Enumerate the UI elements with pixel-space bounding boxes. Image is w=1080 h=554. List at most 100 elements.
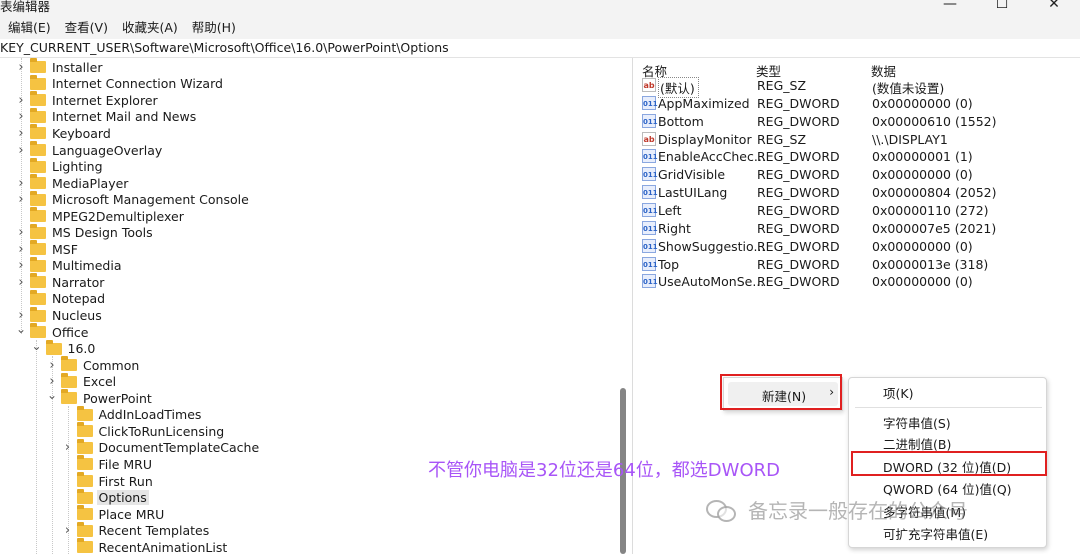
chevron-down-icon[interactable]: ⌄ <box>45 388 59 402</box>
close-button[interactable]: ✕ <box>1028 0 1080 14</box>
chevron-right-icon[interactable]: › <box>14 258 28 273</box>
folder-icon <box>30 289 46 305</box>
submenu-item-string-value[interactable]: 字符串值(S) <box>883 413 951 432</box>
tree-node[interactable]: › Multimedia <box>14 256 124 275</box>
tree-node-label: Multimedia <box>52 258 122 274</box>
dword-value-icon: 011 <box>642 149 658 164</box>
value-data: 0x00000000 (0) <box>872 167 973 183</box>
folder-icon <box>30 58 46 74</box>
value-type: REG_DWORD <box>757 256 840 272</box>
menu-view[interactable]: 查看(V) <box>65 17 108 36</box>
value-type: REG_DWORD <box>757 202 840 218</box>
chevron-right-icon[interactable]: › <box>14 126 28 141</box>
chevron-right-icon[interactable]: › <box>61 440 75 455</box>
chevron-right-icon[interactable]: › <box>45 358 59 373</box>
tree-node[interactable]: › LanguageOverlay <box>14 141 164 159</box>
folder-icon <box>61 389 77 405</box>
value-row[interactable]: 011 Right REG_DWORD 0x000007e5 (2021) <box>637 220 1080 238</box>
minimize-button[interactable]: — <box>924 0 976 14</box>
value-row[interactable]: 011 LastUILang REG_DWORD 0x00000804 (2052) <box>637 185 1080 202</box>
menu-favorites[interactable]: 收藏夹(A) <box>122 17 178 36</box>
tree-node[interactable]: › MSF <box>14 240 80 258</box>
chevron-right-icon[interactable]: › <box>14 242 28 257</box>
value-type: REG_DWORD <box>757 238 840 254</box>
tree-node[interactable]: ⌄ PowerPoint <box>45 388 154 407</box>
chevron-right-icon[interactable]: › <box>14 308 28 323</box>
value-row[interactable]: 011 ShowSuggestio... REG_DWORD 0x00000000 (… <box>637 238 1080 256</box>
chevron-right-icon[interactable]: › <box>14 143 28 158</box>
submenu-item-expandable-string-value[interactable]: 可扩充字符串值(E) <box>883 524 988 543</box>
value-row[interactable]: 011 EnableAccChec... REG_DWORD 0x00000001 (… <box>637 149 1080 166</box>
tree-node[interactable]: › Common <box>45 356 141 374</box>
tree-node[interactable]: › Recent Templates <box>61 521 212 539</box>
tree-node[interactable]: AddInLoadTimes <box>61 405 204 424</box>
folder-icon <box>30 124 46 140</box>
tree-node-label: Place MRU <box>98 506 165 522</box>
address-bar[interactable]: KEY_CURRENT_USER\Software\Microsoft\Offi… <box>0 39 1080 58</box>
tree-node[interactable]: › DocumentTemplateCache <box>61 438 262 457</box>
chevron-right-icon[interactable]: › <box>14 225 28 240</box>
tree-node[interactable]: Place MRU <box>61 505 167 523</box>
value-row[interactable]: 011 GridVisible REG_DWORD 0x00000000 (0) <box>637 167 1080 184</box>
tree-node[interactable]: Lighting <box>14 157 105 175</box>
tree-node[interactable]: Internet Connection Wizard <box>14 74 225 93</box>
value-row[interactable]: ab DisplayMonitor REG_SZ \\.\DISPLAY1 <box>637 131 1080 149</box>
tree-node[interactable]: Notepad <box>14 289 107 308</box>
submenu-item-key[interactable]: 项(K) <box>883 383 913 402</box>
tree-node[interactable]: ClickToRunLicensing <box>61 422 227 440</box>
chevron-right-icon[interactable]: › <box>14 275 28 290</box>
value-row[interactable]: 011 Top REG_DWORD 0x0000013e (318) <box>637 256 1080 274</box>
value-name: GridVisible <box>658 167 726 183</box>
dword-value-icon: 011 <box>642 185 658 200</box>
tree-node[interactable]: › MediaPlayer <box>14 174 130 192</box>
tree-node[interactable]: ⌄ 16.0 <box>30 339 98 357</box>
value-row[interactable]: 011 AppMaximized REG_DWORD 0x00000000 (0) <box>637 95 1080 113</box>
menu-help[interactable]: 帮助(H) <box>192 17 236 36</box>
value-row[interactable]: 011 UseAutoMonSe... REG_DWORD 0x00000000 (0… <box>637 274 1080 291</box>
chevron-down-icon[interactable]: ⌄ <box>14 322 28 336</box>
value-name: DisplayMonitor <box>658 131 752 147</box>
value-data: 0x00000610 (1552) <box>872 113 997 129</box>
tree-node-label: First Run <box>98 473 153 489</box>
value-name: Left <box>658 202 682 218</box>
tree-node[interactable]: Options <box>61 488 149 506</box>
tree-node[interactable]: RecentAnimationList <box>61 538 230 554</box>
value-row[interactable]: 011 Bottom REG_DWORD 0x00000610 (1552) <box>637 113 1080 131</box>
tree-node[interactable]: › Installer <box>14 58 104 76</box>
tree-node[interactable]: First Run <box>61 472 155 490</box>
folder-icon <box>61 356 77 372</box>
tree-node[interactable]: MPEG2Demultiplexer <box>14 207 186 225</box>
maximize-button[interactable]: ☐ <box>976 0 1028 14</box>
chevron-right-icon[interactable]: › <box>14 192 28 207</box>
menu-edit[interactable]: 编辑(E) <box>8 17 51 36</box>
tree-node[interactable]: › Internet Mail and News <box>14 107 198 126</box>
folder-icon <box>30 157 46 173</box>
tree-node[interactable]: › Internet Explorer <box>14 91 160 109</box>
value-data: 0x0000013e (318) <box>872 256 989 272</box>
tree-node[interactable]: › MS Design Tools <box>14 223 155 242</box>
chevron-right-icon[interactable]: › <box>14 93 28 108</box>
folder-icon <box>76 438 93 454</box>
folder-icon <box>30 273 46 289</box>
tree-node[interactable]: File MRU <box>61 455 155 473</box>
chevron-right-icon[interactable]: › <box>45 374 59 389</box>
chevron-right-icon[interactable]: › <box>14 109 28 124</box>
value-name: Top <box>658 256 680 272</box>
tree-node-label: 16.0 <box>67 341 96 357</box>
value-data: 0x00000804 (2052) <box>872 185 997 201</box>
tree-node[interactable]: › Narrator <box>14 273 106 291</box>
folder-icon <box>30 190 46 206</box>
tree-node[interactable]: ⌄ Office <box>14 322 91 341</box>
address-path[interactable]: KEY_CURRENT_USER\Software\Microsoft\Offi… <box>0 40 449 55</box>
value-name: Right <box>658 220 691 236</box>
chevron-down-icon[interactable]: ⌄ <box>30 339 44 353</box>
chevron-right-icon[interactable]: › <box>14 60 28 75</box>
chevron-right-icon[interactable]: › <box>61 523 75 538</box>
tree-node[interactable]: › Microsoft Management Console <box>14 190 251 208</box>
tree-node[interactable]: › Keyboard <box>14 124 113 142</box>
value-row[interactable]: ab (默认) REG_SZ (数值未设置) <box>637 77 1080 98</box>
value-row[interactable]: 011 Left REG_DWORD 0x00000110 (272) <box>637 202 1080 220</box>
chevron-right-icon[interactable]: › <box>14 176 28 191</box>
tree-node-label: Nucleus <box>52 308 102 323</box>
folder-icon <box>30 223 46 239</box>
